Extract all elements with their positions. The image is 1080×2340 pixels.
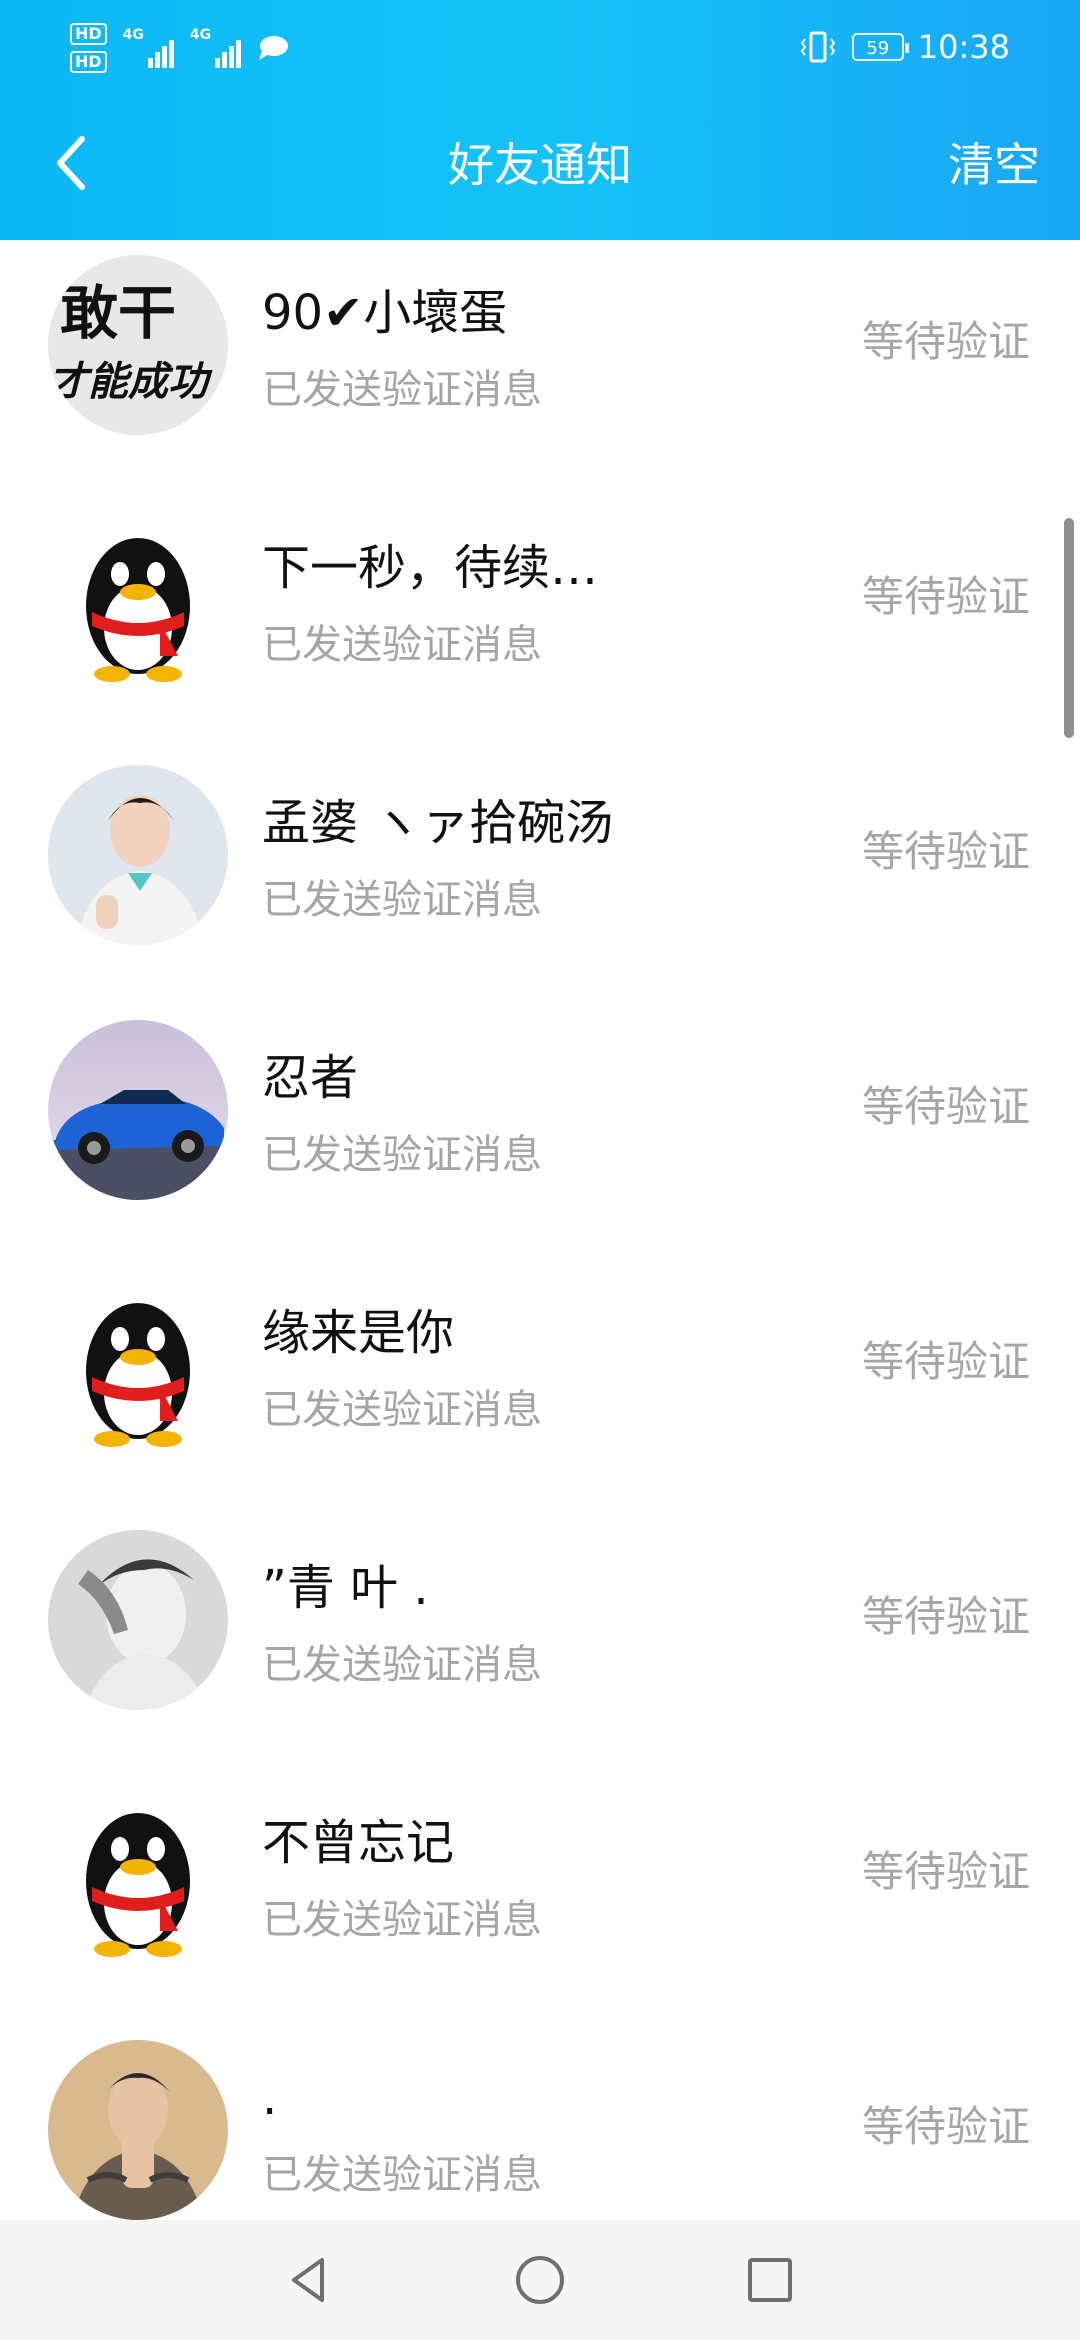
square-recents-icon[interactable] <box>740 2250 800 2310</box>
circle-home-icon[interactable] <box>510 2250 570 2310</box>
request-status: 等待验证 <box>861 1082 1030 1131</box>
friend-name: . <box>262 2070 278 2126</box>
request-status: 等待验证 <box>861 1592 1030 1641</box>
list-item[interactable]: . 已发送验证消息 等待验证 <box>0 2025 1080 2220</box>
vibrate-icon <box>800 31 836 63</box>
request-status: 等待验证 <box>861 572 1030 621</box>
battery-icon: 59 <box>851 33 909 61</box>
request-subtext: 已发送验证消息 <box>262 1132 542 1178</box>
request-status: 等待验证 <box>861 1847 1030 1896</box>
list-item[interactable]: 忍者 已发送验证消息 等待验证 <box>0 1005 1080 1260</box>
friend-name: ”青 叶 . <box>262 1560 429 1616</box>
header: HD HD 4G 4G 59 10:38 好友通知 清空 <box>0 0 1080 240</box>
network-type-label: 4G <box>122 27 144 43</box>
tattoo-portrait-avatar[interactable] <box>48 2040 228 2220</box>
penguin-avatar[interactable] <box>48 1275 228 1455</box>
request-status: 等待验证 <box>861 2102 1030 2151</box>
friend-name: 下一秒，待续… <box>262 540 599 596</box>
portrait-avatar[interactable] <box>48 765 228 945</box>
system-navigation-bar <box>0 2220 1080 2340</box>
hd-indicators: HD HD <box>70 23 107 73</box>
request-subtext: 已发送验证消息 <box>262 622 542 668</box>
request-subtext: 已发送验证消息 <box>262 1642 542 1688</box>
friend-name: 不曾忘记 <box>262 1815 455 1871</box>
network-type-label: 4G <box>189 27 212 43</box>
svg-text:才能成功: 才能成功 <box>48 358 213 405</box>
scrollbar[interactable] <box>1064 518 1074 738</box>
request-subtext: 已发送验证消息 <box>262 1897 542 1943</box>
request-subtext: 已发送验证消息 <box>262 877 542 923</box>
page-title: 好友通知 <box>448 138 632 192</box>
request-status: 等待验证 <box>861 317 1030 366</box>
clock: 10:38 <box>917 28 1010 66</box>
status-left: HD HD 4G 4G <box>70 18 289 78</box>
clear-button[interactable]: 清空 <box>948 130 1040 200</box>
friend-name: 忍者 <box>262 1050 359 1106</box>
blue-car-avatar[interactable] <box>48 1020 228 1200</box>
friend-name: 缘来是你 <box>262 1305 455 1361</box>
request-subtext: 已发送验证消息 <box>262 367 542 413</box>
penguin-avatar[interactable] <box>48 1785 228 1965</box>
penguin-avatar[interactable] <box>48 510 228 690</box>
title-bar: 好友通知 清空 <box>0 90 1080 240</box>
status-bar: HD HD 4G 4G 59 10:38 <box>0 0 1080 90</box>
friend-name: 孟婆 ヽァ拾碗汤 <box>262 795 614 851</box>
friend-name: 90✔小壞蛋 <box>262 285 508 341</box>
triangle-back-icon[interactable] <box>280 2250 340 2310</box>
svg-text:敢干: 敢干 <box>60 279 176 347</box>
request-status: 等待验证 <box>861 1337 1030 1386</box>
list-item[interactable]: 下一秒，待续… 已发送验证消息 等待验证 <box>0 495 1080 750</box>
request-status: 等待验证 <box>861 827 1030 876</box>
request-subtext: 已发送验证消息 <box>262 2152 542 2198</box>
status-right: 59 10:38 <box>798 22 1010 72</box>
hd-icon: HD <box>70 51 107 73</box>
list-item[interactable]: 敢干 才能成功 90✔小壞蛋 已发送验证消息 等待验证 <box>0 240 1080 495</box>
request-subtext: 已发送验证消息 <box>262 1387 542 1433</box>
hd-icon: HD <box>70 23 107 45</box>
signal-icon: 4G <box>123 28 174 68</box>
signal-icon: 4G <box>189 27 242 68</box>
list-item[interactable]: 缘来是你 已发送验证消息 等待验证 <box>0 1260 1080 1515</box>
chat-bubble-icon <box>259 36 289 60</box>
list-item[interactable]: 不曾忘记 已发送验证消息 等待验证 <box>0 1770 1080 2025</box>
friend-request-list[interactable]: 敢干 才能成功 90✔小壞蛋 已发送验证消息 等待验证 下一秒，待续… 已发送验… <box>0 240 1080 2220</box>
list-item[interactable]: ”青 叶 . 已发送验证消息 等待验证 <box>0 1515 1080 1770</box>
calligraphy-avatar[interactable]: 敢干 才能成功 <box>48 255 228 435</box>
list-item[interactable]: 孟婆 ヽァ拾碗汤 已发送验证消息 等待验证 <box>0 750 1080 1005</box>
grayscale-portrait-avatar[interactable] <box>48 1530 228 1710</box>
